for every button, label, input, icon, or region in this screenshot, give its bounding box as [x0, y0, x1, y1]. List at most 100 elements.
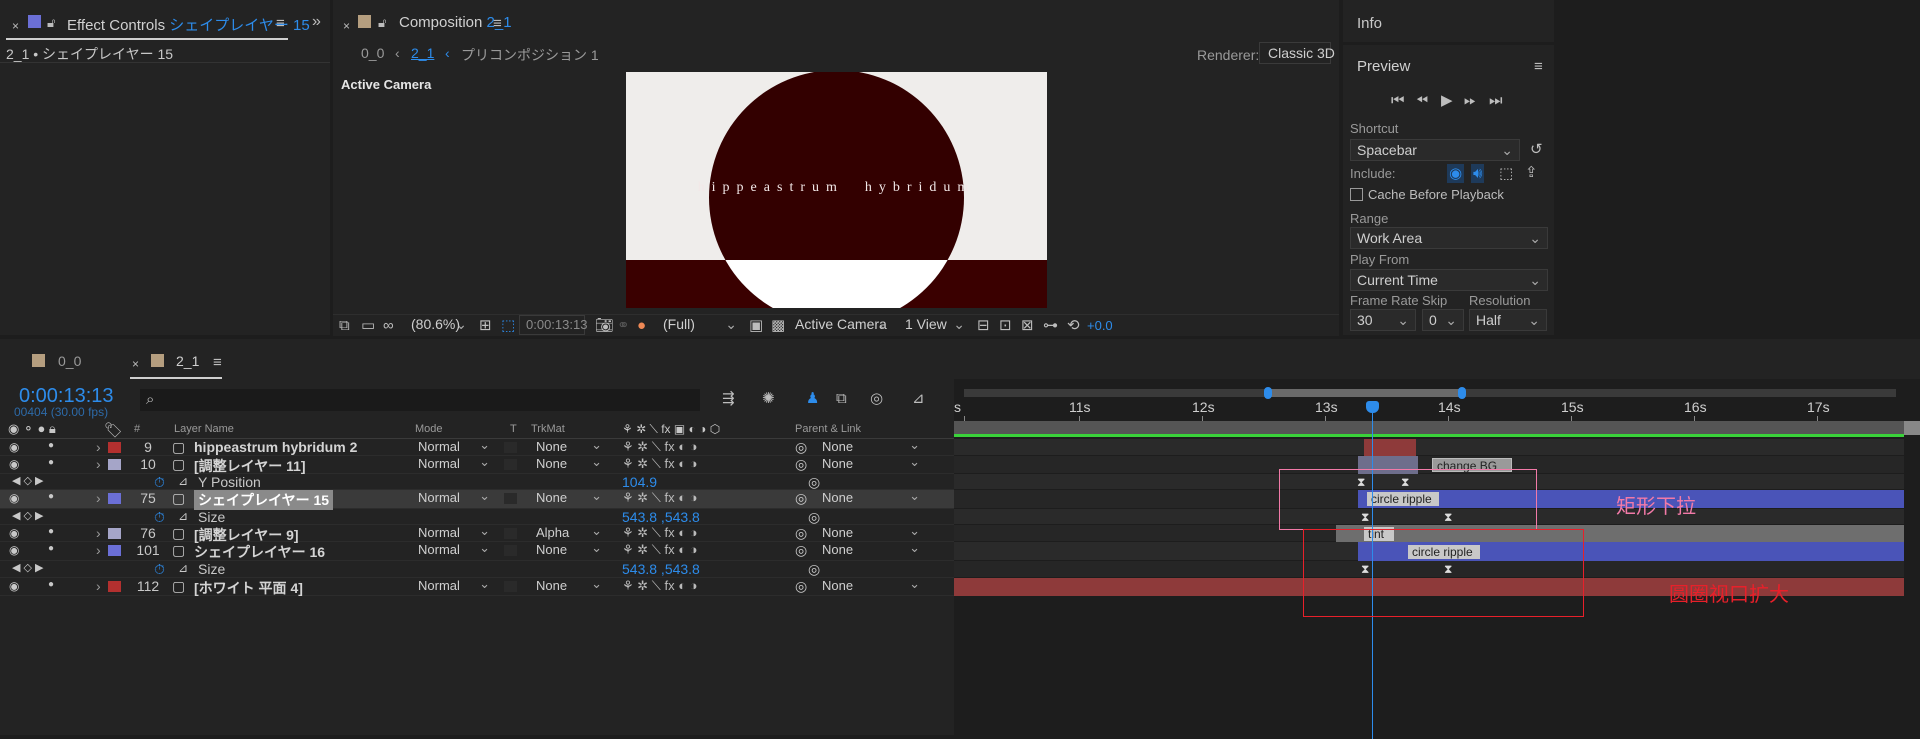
navigator-range[interactable]	[1268, 389, 1462, 397]
info-title[interactable]: Info	[1357, 15, 1382, 32]
property-value[interactable]: 104.9	[622, 474, 657, 490]
property-value[interactable]: 543.8 ,543.8	[622, 561, 700, 577]
export-icon[interactable]: ⇪	[1525, 165, 1538, 180]
property-row[interactable]: ◀ ◇ ▶ ⏱︎ ⊿ Size 543.8 ,543.8 ◎	[0, 561, 954, 578]
panel-menu-icon[interactable]: ≡	[213, 355, 222, 370]
eye-icon[interactable]: ◉	[9, 543, 19, 557]
frame-blending-icon[interactable]: ⧉	[836, 391, 847, 406]
toggle-pixel-icon[interactable]: ⊟	[977, 318, 990, 333]
reset-icon[interactable]: ↺	[1530, 142, 1543, 157]
flowchart-icon[interactable]: ⊶	[1043, 318, 1058, 333]
keyframe-nav[interactable]: ◀ ◇ ▶	[12, 561, 44, 574]
solo-icon[interactable]: ●	[48, 526, 54, 537]
pickwhip-icon[interactable]: ◎	[795, 456, 807, 473]
pickwhip-icon[interactable]: ◎	[795, 525, 807, 542]
layer-name[interactable]: [ホワイト 平面 4]	[194, 578, 303, 598]
layer-switches[interactable]: ⚘ ✲ ⟍ fx ◐ ◑	[622, 490, 698, 506]
panel-menu-icon[interactable]: ≡	[276, 16, 285, 31]
tab-1[interactable]: 2_1	[176, 353, 199, 369]
timecode-field[interactable]: 0:00:13:13	[519, 315, 587, 335]
cache-checkbox[interactable]	[1350, 188, 1363, 201]
eye-icon[interactable]: ◉	[9, 457, 19, 471]
expand-icon[interactable]: ›	[96, 578, 101, 594]
expression-icon[interactable]: ◎	[808, 474, 820, 491]
range-select[interactable]: Work Area ⌄	[1350, 227, 1548, 249]
preserve-transparency-box[interactable]	[504, 528, 517, 539]
expand-icon[interactable]: ›	[96, 439, 101, 455]
camera-icon[interactable]: 📷︎	[595, 318, 614, 333]
close-icon[interactable]: ×	[132, 357, 139, 372]
expand-icon[interactable]: ›	[96, 542, 101, 558]
shy-icon[interactable]: ♟	[806, 391, 819, 406]
color-channels-icon[interactable]: ●	[637, 318, 646, 333]
panel-menu-icon[interactable]: ≡	[1534, 59, 1543, 74]
stopwatch-icon[interactable]: ⏱︎	[154, 474, 165, 491]
eye-icon[interactable]: ◉	[9, 440, 19, 454]
last-frame-icon[interactable]: ⏭	[1489, 93, 1503, 108]
region-icon[interactable]: ▣	[749, 318, 763, 333]
zoom-select[interactable]: (80.6%) ⌄	[407, 314, 473, 336]
pickwhip-icon[interactable]: ◎	[795, 490, 807, 507]
property-value[interactable]: 543.8 ,543.8	[622, 509, 700, 525]
reset-exposure-icon[interactable]: ⟲	[1067, 318, 1080, 333]
label-color[interactable]	[108, 493, 121, 504]
nav-precomp[interactable]: プリコンポジション 1	[461, 45, 599, 65]
shortcut-select[interactable]: Spacebar ⌄	[1350, 139, 1520, 161]
parent-select[interactable]: None ⌄	[816, 540, 926, 558]
layer-row[interactable]: ◉ ● › 9 ▢ hippeastrum hybridum 2 Normal ⌄ None ⌄ ⚘…	[0, 437, 954, 456]
expand-icon[interactable]: ›	[96, 456, 101, 472]
pickwhip-icon[interactable]: ◎	[795, 542, 807, 559]
resolution-select[interactable]: (Full) ⌄	[659, 314, 743, 336]
graph-icon[interactable]: ⊿	[178, 474, 188, 488]
effect-controls-tab[interactable]: Effect Controls シェイプレイヤー 15	[67, 14, 310, 35]
layer-name[interactable]: シェイプレイヤー 16	[194, 542, 325, 562]
layer-name[interactable]: シェイプレイヤー 15	[194, 490, 334, 510]
parent-select[interactable]: None ⌄	[816, 454, 926, 472]
parent-select[interactable]: None ⌄	[816, 523, 926, 541]
trkmat-select[interactable]: None ⌄	[530, 437, 608, 455]
work-area-end[interactable]	[1904, 421, 1920, 435]
play-icon[interactable]: ▶	[1441, 93, 1453, 108]
lock-icon[interactable]: 🔓︎	[47, 15, 55, 30]
eye-icon[interactable]: ◉	[9, 526, 19, 540]
expand-icon[interactable]: ›	[96, 490, 101, 506]
navigator-handle-right[interactable]	[1458, 387, 1466, 399]
graph-icon[interactable]: ⊿	[178, 561, 188, 575]
trkmat-select[interactable]: Alpha ⌄	[530, 523, 608, 541]
mode-select[interactable]: Normal ⌄	[412, 437, 496, 455]
track-row[interactable]	[954, 439, 1904, 456]
show-snapshot-icon[interactable]: ⚭	[617, 318, 630, 333]
monitor-icon[interactable]: ▭	[361, 318, 375, 333]
expand-icon[interactable]: ›	[96, 525, 101, 541]
solo-icon[interactable]: ●	[48, 543, 54, 554]
preserve-transparency-box[interactable]	[504, 545, 517, 556]
exposure-value[interactable]: +0.0	[1087, 318, 1113, 333]
parent-select[interactable]: None ⌄	[816, 437, 926, 455]
trkmat-select[interactable]: None ⌄	[530, 576, 608, 594]
mode-select[interactable]: Normal ⌄	[412, 576, 496, 594]
fast-preview-icon[interactable]: ⊡	[999, 318, 1012, 333]
layer-switches[interactable]: ⚘ ✲ ⟍ fx ◐ ◑	[622, 542, 698, 558]
playfrom-select[interactable]: Current Time ⌄	[1350, 269, 1548, 291]
navigator-handle-left[interactable]	[1264, 387, 1272, 399]
timeline-area[interactable]: s 11s 12s 13s 14s 15s 16s 17s change BG ⧗ ⧗ circle…	[954, 379, 1920, 739]
panel-menu-icon[interactable]: ≡	[493, 16, 502, 31]
composition-canvas[interactable]: hippeastrum hybridum	[626, 72, 1047, 308]
expand-panels-icon[interactable]: »	[312, 14, 321, 30]
solo-icon[interactable]: ●	[48, 440, 54, 451]
graph-editor-icon[interactable]: ⊿	[912, 391, 925, 406]
expression-icon[interactable]: ◎	[808, 509, 820, 526]
timeline-icon[interactable]: ⊠	[1021, 318, 1034, 333]
prev-frame-icon[interactable]: ⏪︎	[1416, 93, 1428, 108]
skip-select[interactable]: 0 ⌄	[1422, 309, 1464, 331]
trkmat-select[interactable]: None ⌄	[530, 488, 608, 506]
transparency-grid-icon[interactable]: ▩	[771, 318, 785, 333]
property-row[interactable]: ◀ ◇ ▶ ⏱︎ ⊿ Y Position 104.9 ◎	[0, 474, 954, 490]
parent-select[interactable]: None ⌄	[816, 488, 926, 506]
include-audio-icon[interactable]: 🔊︎	[1471, 164, 1485, 183]
layer-row[interactable]: ◉ ● › 112 ▢ [ホワイト 平面 4] Normal ⌄ None ⌄ ⚘ ✲ ⟍ fx ◐…	[0, 576, 954, 598]
property-row[interactable]: ◀ ◇ ▶ ⏱︎ ⊿ Size 543.8 ,543.8 ◎	[0, 509, 954, 525]
layer-row[interactable]: ◉ ● › 76 ▢ [調整レイヤー 9] Normal ⌄ Alpha ⌄ ⚘ ✲ ⟍ fx ◐ …	[0, 523, 954, 543]
trkmat-select[interactable]: None ⌄	[530, 540, 608, 558]
pickwhip-icon[interactable]: ◎	[795, 578, 807, 595]
